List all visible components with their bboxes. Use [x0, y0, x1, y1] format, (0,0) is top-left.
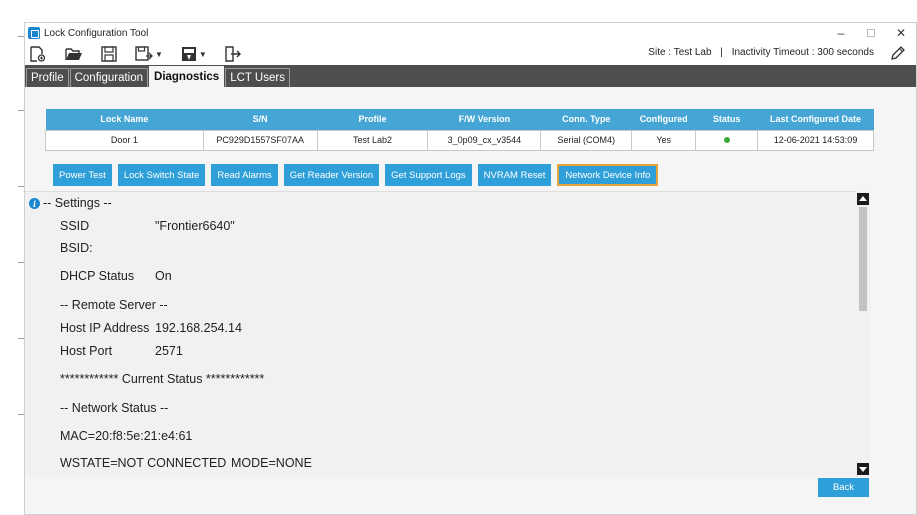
cell-sn: PC929D1557SF07AA	[202, 129, 318, 151]
column-header[interactable]: Last Configured Date	[757, 109, 874, 130]
chevron-down-icon: ▼	[155, 49, 163, 59]
cell-profile: Test Lab2	[316, 129, 429, 151]
window-controls: – ✕	[826, 23, 916, 43]
column-header[interactable]: Conn. Type	[540, 109, 632, 130]
scroll-down-icon[interactable]	[857, 463, 869, 475]
app-logo-icon	[28, 27, 40, 39]
column-header[interactable]: S/N	[203, 109, 318, 130]
column-header[interactable]: Status	[695, 109, 758, 130]
timeout-label: Inactivity Timeout :	[731, 47, 815, 58]
timeout-value: 300 seconds	[817, 47, 874, 58]
cell-lock-name: Door 1	[45, 129, 204, 151]
host-port-label: Host Port	[60, 344, 113, 358]
save-icon	[101, 46, 117, 62]
ssid-value: "Frontier6640"	[155, 219, 235, 233]
ssid-label: SSID	[60, 219, 90, 233]
window-title: Lock Configuration Tool	[44, 27, 149, 39]
dhcp-value: On	[155, 269, 172, 283]
device-dropdown[interactable]: ▼	[181, 45, 207, 63]
host-ip-value: 192.168.254.14	[155, 321, 242, 335]
toolbar: ▼ ▼ Site : Test Lab | Inactivity Timeout…	[25, 43, 916, 65]
cell-last-configured: 12-06-2021 14:53:09	[757, 129, 874, 151]
info-icon: i	[29, 198, 40, 209]
lock-switch-state-button[interactable]: Lock Switch State	[117, 164, 206, 186]
left-margin	[0, 0, 24, 515]
site-info: Site : Test Lab | Inactivity Timeout : 3…	[648, 47, 874, 58]
site-value: Test Lab	[673, 47, 712, 58]
scroll-up-icon[interactable]	[857, 193, 869, 205]
remote-server-header: -- Remote Server --	[60, 298, 168, 312]
cell-configured: Yes	[631, 129, 697, 151]
save-as-dropdown[interactable]: ▼	[135, 45, 163, 63]
bsid-label: BSID:	[60, 241, 93, 255]
pencil-icon	[891, 46, 905, 60]
tab-configuration[interactable]: Configuration	[69, 68, 149, 87]
close-button[interactable]: ✕	[886, 23, 916, 43]
tab-lct-users[interactable]: LCT Users	[225, 68, 290, 87]
lock-table: Lock Name S/N Profile F/W Version Conn. …	[45, 109, 874, 151]
save-as-icon	[135, 46, 153, 61]
app-window: Lock Configuration Tool – ✕ ▼ ▼ Site: T…	[24, 22, 917, 515]
logout-button[interactable]	[225, 45, 241, 63]
wstate-value: WSTATE=NOT CONNECTED	[60, 456, 227, 470]
tab-profile[interactable]: Profile	[26, 68, 69, 87]
power-test-button[interactable]: Power Test	[53, 164, 112, 186]
folder-open-icon	[65, 48, 82, 60]
column-header[interactable]: F/W Version	[427, 109, 541, 130]
tab-bar: Profile Configuration Diagnostics LCT Us…	[25, 65, 916, 87]
new-profile-button[interactable]	[29, 45, 47, 63]
get-support-logs-button[interactable]: Get Support Logs	[385, 164, 472, 186]
get-reader-version-button[interactable]: Get Reader Version	[283, 164, 380, 186]
save-button[interactable]	[101, 45, 117, 63]
column-header[interactable]: Profile	[317, 109, 428, 130]
table-row[interactable]: Door 1 PC929D1557SF07AA Test Lab2 3_0p09…	[45, 129, 874, 151]
network-status-header: -- Network Status --	[60, 401, 169, 415]
maximize-icon	[867, 29, 875, 37]
maximize-button[interactable]	[856, 23, 886, 43]
vertical-scrollbar[interactable]	[856, 191, 870, 477]
minimize-button[interactable]: –	[826, 23, 856, 43]
mode-value: MODE=NONE	[231, 456, 312, 470]
divider: |	[720, 47, 723, 58]
mac-address: MAC=20:f8:5e:21:e4:61	[60, 429, 193, 443]
output-panel: i -- Settings -- SSID "Frontier6640" BSI…	[25, 191, 870, 477]
table-header-row: Lock Name S/N Profile F/W Version Conn. …	[45, 109, 874, 130]
diagnostic-actions: Power Test Lock Switch State Read Alarms…	[53, 164, 664, 187]
column-header[interactable]: Configured	[631, 109, 696, 130]
scrollbar-thumb[interactable]	[859, 207, 867, 311]
site-label: Site :	[648, 47, 672, 58]
dhcp-label: DHCP Status	[60, 269, 135, 283]
logout-icon	[225, 46, 241, 62]
open-button[interactable]	[65, 45, 83, 63]
settings-header: -- Settings --	[43, 196, 112, 210]
host-ip-label: Host IP Address	[60, 321, 150, 335]
title-bar: Lock Configuration Tool – ✕	[25, 23, 916, 43]
column-header[interactable]: Lock Name	[45, 109, 204, 130]
device-icon	[181, 47, 196, 61]
nvram-reset-button[interactable]: NVRAM Reset	[477, 164, 552, 186]
cell-fw-version: 3_0p09_cx_v3544	[427, 129, 542, 151]
edit-button[interactable]	[890, 45, 906, 64]
host-port-value: 2571	[155, 344, 183, 358]
tab-diagnostics[interactable]: Diagnostics	[149, 66, 225, 87]
cell-status	[695, 129, 759, 151]
new-file-icon	[30, 46, 46, 62]
network-device-info-button[interactable]: Network Device Info	[557, 164, 659, 186]
chevron-down-icon: ▼	[198, 49, 207, 59]
status-dot-icon	[723, 137, 730, 143]
cell-conn-type: Serial (COM4)	[540, 129, 633, 151]
read-alarms-button[interactable]: Read Alarms	[211, 164, 278, 186]
back-button[interactable]: Back	[818, 478, 869, 497]
current-status-header: ************ Current Status ************	[60, 372, 265, 386]
